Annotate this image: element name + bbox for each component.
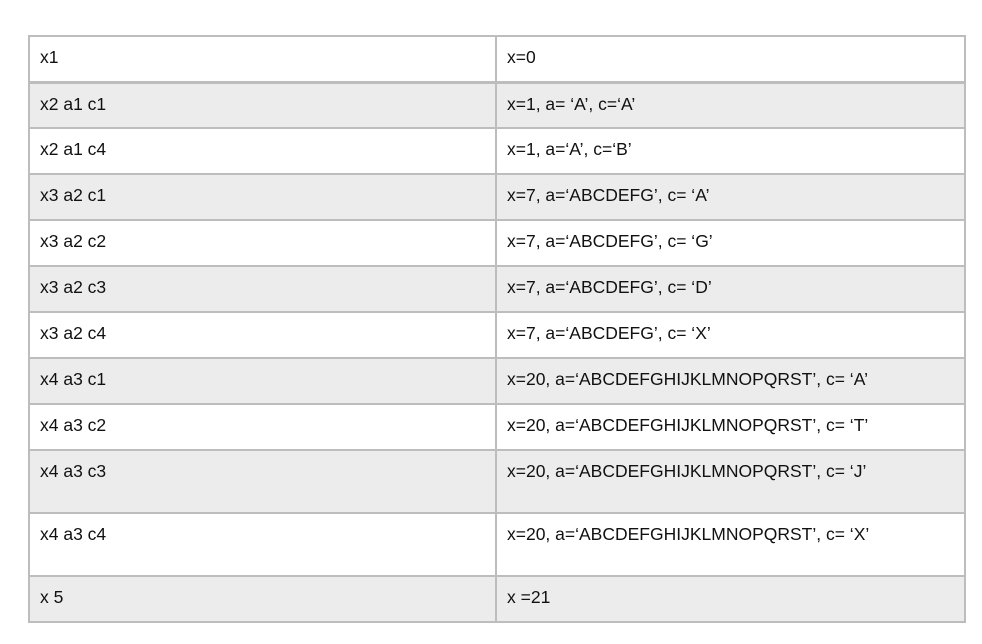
table-row: x4 a3 c3 x=20, a=‘ABCDEFGHIJKLMNOPQRST’,… bbox=[28, 449, 966, 514]
table-row: x4 a3 c1 x=20, a=‘ABCDEFGHIJKLMNOPQRST’,… bbox=[28, 357, 966, 405]
table-cell-value: x=1, a=‘A’, c=‘B’ bbox=[495, 127, 966, 175]
table-row: x1 x=0 bbox=[28, 35, 966, 84]
document-table-container: x1 x=0 x2 a1 c1 x=1, a= ‘A’, c=‘A’ x2 a1… bbox=[28, 35, 966, 623]
table-cell-label: x4 a3 c4 bbox=[28, 512, 497, 577]
table-cell-value: x=7, a=‘ABCDEFG’, c= ‘X’ bbox=[495, 311, 966, 359]
table-cell-value: x=1, a= ‘A’, c=‘A’ bbox=[495, 81, 966, 129]
table-cell-label: x 5 bbox=[28, 575, 497, 623]
table-cell-label: x3 a2 c1 bbox=[28, 173, 497, 221]
table-row: x3 a2 c3 x=7, a=‘ABCDEFG’, c= ‘D’ bbox=[28, 265, 966, 313]
table-row: x4 a3 c4 x=20, a=‘ABCDEFGHIJKLMNOPQRST’,… bbox=[28, 512, 966, 577]
table-cell-value: x=20, a=‘ABCDEFGHIJKLMNOPQRST’, c= ‘T’ bbox=[495, 403, 966, 451]
table-cell-label: x3 a2 c3 bbox=[28, 265, 497, 313]
table-cell-value: x =21 bbox=[495, 575, 966, 623]
table-row: x3 a2 c2 x=7, a=‘ABCDEFG’, c= ‘G’ bbox=[28, 219, 966, 267]
table-row: x2 a1 c1 x=1, a= ‘A’, c=‘A’ bbox=[28, 81, 966, 129]
table-cell-label: x3 a2 c4 bbox=[28, 311, 497, 359]
table-cell-value: x=7, a=‘ABCDEFG’, c= ‘D’ bbox=[495, 265, 966, 313]
table-cell-value: x=7, a=‘ABCDEFG’, c= ‘G’ bbox=[495, 219, 966, 267]
table-row: x4 a3 c2 x=20, a=‘ABCDEFGHIJKLMNOPQRST’,… bbox=[28, 403, 966, 451]
table-cell-label: x2 a1 c4 bbox=[28, 127, 497, 175]
table-cell-value: x=20, a=‘ABCDEFGHIJKLMNOPQRST’, c= ‘A’ bbox=[495, 357, 966, 405]
table-row: x2 a1 c4 x=1, a=‘A’, c=‘B’ bbox=[28, 127, 966, 175]
table-cell-label: x4 a3 c1 bbox=[28, 357, 497, 405]
table-row: x3 a2 c4 x=7, a=‘ABCDEFG’, c= ‘X’ bbox=[28, 311, 966, 359]
table-cell-value: x=20, a=‘ABCDEFGHIJKLMNOPQRST’, c= ‘X’ bbox=[495, 512, 966, 577]
table-cell-value: x=0 bbox=[495, 35, 966, 84]
table-row: x3 a2 c1 x=7, a=‘ABCDEFG’, c= ‘A’ bbox=[28, 173, 966, 221]
table-cell-label: x2 a1 c1 bbox=[28, 81, 497, 129]
table-cell-label: x3 a2 c2 bbox=[28, 219, 497, 267]
table-cell-value: x=7, a=‘ABCDEFG’, c= ‘A’ bbox=[495, 173, 966, 221]
table-cell-label: x4 a3 c3 bbox=[28, 449, 497, 514]
table-row: x 5 x =21 bbox=[28, 575, 966, 623]
table-cell-value: x=20, a=‘ABCDEFGHIJKLMNOPQRST’, c= ‘J’ bbox=[495, 449, 966, 514]
data-table: x1 x=0 x2 a1 c1 x=1, a= ‘A’, c=‘A’ x2 a1… bbox=[28, 35, 966, 623]
table-cell-label: x4 a3 c2 bbox=[28, 403, 497, 451]
table-cell-label: x1 bbox=[28, 35, 497, 84]
